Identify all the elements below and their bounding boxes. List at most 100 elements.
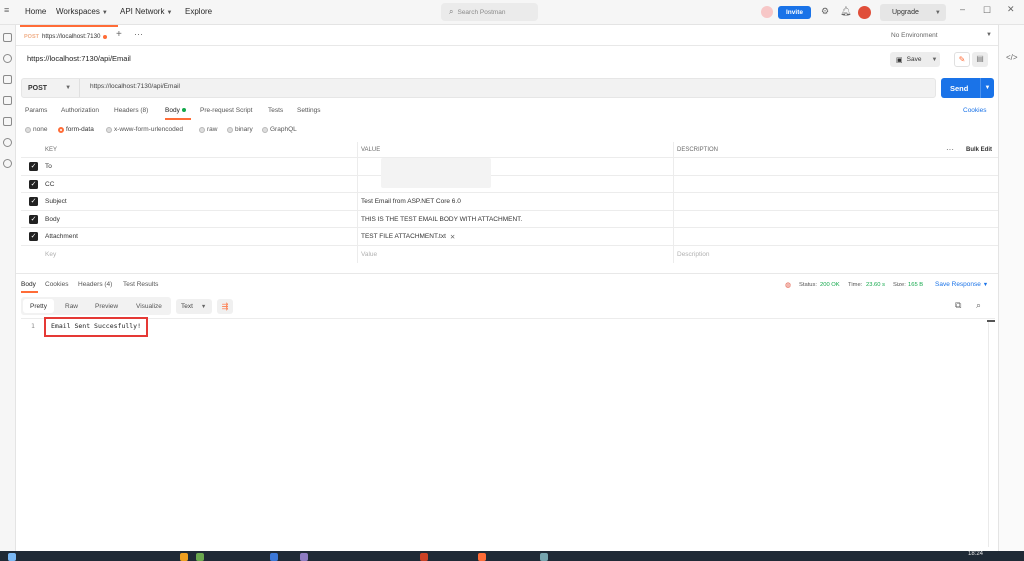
tab-body[interactable]: Body [165, 107, 186, 114]
taskbar-app-icon[interactable] [196, 553, 204, 561]
view-preview[interactable]: Preview [88, 299, 125, 313]
taskbar-app-icon[interactable] [420, 553, 428, 561]
environments-icon[interactable] [3, 75, 12, 84]
minimize-icon[interactable]: – [960, 4, 965, 14]
search-icon[interactable]: ⌕ [976, 300, 981, 311]
bell-icon[interactable]: 🔔︎ [840, 6, 851, 17]
taskbar-clock[interactable]: 18:24 [968, 551, 983, 557]
taskbar-app-icon[interactable] [180, 553, 188, 561]
send-button[interactable]: Send ▼ [941, 78, 994, 98]
save-response-button[interactable]: Save Response ▼ [935, 281, 988, 288]
menu-icon[interactable]: ≡ [4, 5, 9, 15]
settings-icon[interactable]: ⚙ [821, 6, 829, 17]
bulk-edit-button[interactable]: Bulk Edit [966, 142, 992, 157]
nav-home[interactable]: Home [25, 7, 46, 16]
comments-icon[interactable]: ▤ [972, 52, 988, 67]
view-visualize[interactable]: Visualize [129, 299, 169, 313]
taskbar-postman-icon[interactable] [478, 553, 486, 561]
environment-select[interactable]: No Environment [891, 32, 938, 39]
url-input[interactable]: https://localhost:7130/api/Email [90, 83, 180, 90]
history-icon[interactable] [3, 159, 12, 168]
scrollbar-thumb[interactable] [987, 320, 995, 322]
request-title[interactable]: https://localhost:7130/api/Email [27, 54, 131, 63]
row-key[interactable]: Subject [41, 193, 67, 210]
view-pretty[interactable]: Pretty [23, 299, 54, 313]
edit-icon[interactable]: ✎ [954, 52, 970, 67]
view-raw[interactable]: Raw [58, 299, 85, 313]
globe-icon[interactable]: ◍ [785, 281, 791, 289]
tab-settings[interactable]: Settings [297, 107, 321, 114]
body-type-raw[interactable]: raw [199, 126, 217, 133]
more-tabs-icon[interactable]: ··· [134, 29, 143, 39]
checkbox-checked-icon[interactable]: ✓ [29, 197, 38, 206]
key-placeholder[interactable]: Key [41, 246, 56, 263]
taskbar-app-icon[interactable] [270, 553, 278, 561]
mock-servers-icon[interactable] [3, 96, 12, 105]
body-type-urlencoded[interactable]: x-www-form-urlencoded [106, 126, 183, 133]
new-tab-icon[interactable]: + [116, 29, 122, 40]
checkbox-checked-icon[interactable]: ✓ [29, 232, 38, 241]
response-editor[interactable]: 1 Email Sent Succesfully! [21, 318, 995, 548]
monitors-icon[interactable] [3, 117, 12, 126]
code-icon[interactable]: </> [1006, 53, 1018, 62]
row-key[interactable]: Body [41, 211, 60, 228]
cookies-link[interactable]: Cookies [963, 107, 986, 114]
body-type-graphql[interactable]: GraphQL [262, 126, 297, 133]
tab-pre-request-script[interactable]: Pre-request Script [200, 107, 252, 114]
checkbox-checked-icon[interactable]: ✓ [29, 179, 38, 189]
nav-api-network[interactable]: API Network ▼ [120, 7, 172, 16]
row-value[interactable]: THIS IS THE TEST EMAIL BODY WITH ATTACHM… [357, 211, 522, 228]
response-tab-headers[interactable]: Headers (4) [78, 281, 112, 288]
copy-icon[interactable]: ⧉ [955, 300, 961, 311]
response-tab-test-results[interactable]: Test Results [123, 281, 158, 288]
size-value[interactable]: 165 B [908, 282, 923, 288]
flows-icon[interactable] [3, 138, 12, 147]
tab-params[interactable]: Params [25, 107, 47, 114]
save-button[interactable]: ▣ Save ▼ [890, 52, 940, 67]
chevron-down-icon[interactable]: ▼ [980, 78, 994, 98]
collections-icon[interactable] [3, 33, 12, 42]
taskbar-app-icon[interactable] [300, 553, 308, 561]
file-chip[interactable]: TEST FILE ATTACHMENT.txt ✕ [357, 228, 455, 245]
apis-icon[interactable] [3, 54, 12, 63]
invite-button[interactable]: Invite [778, 6, 811, 19]
upgrade-button[interactable]: Upgrade ▼ [880, 4, 946, 21]
more-options-icon[interactable]: ··· [946, 142, 954, 157]
method-select[interactable]: POST ▼ [22, 79, 80, 97]
status-value[interactable]: 200 OK [820, 282, 840, 288]
body-type-binary[interactable]: binary [227, 126, 253, 133]
start-icon[interactable] [8, 553, 16, 561]
chevron-down-icon[interactable]: ▼ [986, 32, 992, 38]
checkbox-checked-icon[interactable]: ✓ [29, 162, 38, 171]
remove-file-icon[interactable]: ✕ [450, 233, 455, 241]
row-value[interactable] [357, 176, 361, 193]
value-placeholder[interactable]: Value [357, 246, 377, 263]
body-type-form-data[interactable]: form-data [58, 126, 94, 133]
nav-explore[interactable]: Explore [185, 7, 212, 16]
avatar[interactable] [858, 6, 871, 19]
row-value[interactable] [357, 158, 361, 175]
request-tab[interactable]: POST https://localhost:7130 [20, 25, 118, 46]
editor-scrollbar[interactable] [988, 322, 995, 547]
checkbox-checked-icon[interactable]: ✓ [29, 214, 38, 224]
description-placeholder[interactable]: Description [673, 246, 710, 263]
wrap-lines-icon[interactable]: ⇶ [217, 299, 233, 314]
time-value[interactable]: 23.60 s [866, 282, 885, 288]
body-type-none[interactable]: none [25, 126, 47, 133]
close-icon[interactable]: ✕ [1007, 4, 1015, 15]
nav-workspaces[interactable]: Workspaces ▼ [56, 7, 108, 16]
response-tab-body[interactable]: Body [21, 281, 36, 288]
format-select[interactable]: Text ▼ [176, 299, 212, 314]
tab-authorization[interactable]: Authorization [61, 107, 99, 114]
tab-headers[interactable]: Headers (8) [114, 107, 148, 114]
team-avatar-icon[interactable] [761, 6, 773, 18]
row-key[interactable]: CC [41, 176, 54, 193]
maximize-icon[interactable]: ☐ [983, 5, 991, 16]
response-tab-cookies[interactable]: Cookies [45, 281, 68, 288]
search-input[interactable]: ⌕ Search Postman [441, 3, 538, 21]
row-key[interactable]: To [41, 158, 52, 175]
row-key[interactable]: Attachment [41, 228, 78, 245]
taskbar-app-icon[interactable] [540, 553, 548, 561]
tab-tests[interactable]: Tests [268, 107, 283, 114]
row-value[interactable]: Test Email from ASP.NET Core 6.0 [357, 193, 461, 210]
